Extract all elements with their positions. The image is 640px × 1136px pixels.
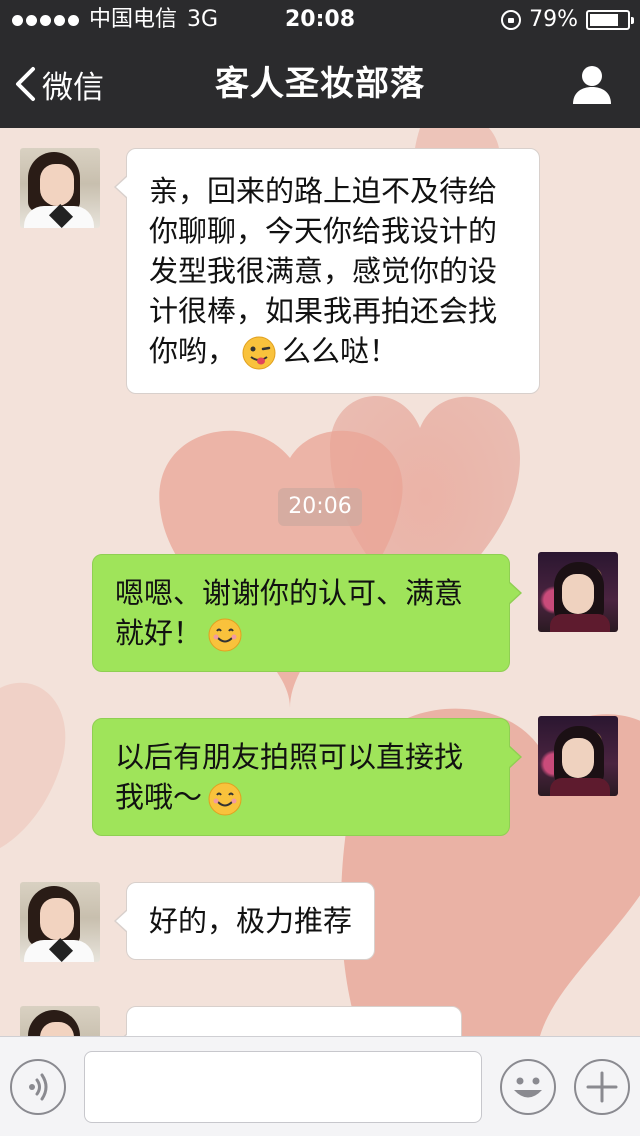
message-text: 以后有朋友拍照可以直接找我哦～ (115, 740, 464, 814)
contact-avatar[interactable] (20, 1006, 100, 1036)
message-bubble-outgoing[interactable]: 嗯嗯、谢谢你的认可、满意就好！ (92, 554, 522, 672)
chat-title: 客人圣妆部落 (215, 64, 425, 104)
contact-avatar[interactable] (20, 882, 100, 962)
status-bar: 中国电信 3G 20:08 79% (0, 0, 640, 40)
smile-emoji-icon (208, 618, 242, 652)
person-icon[interactable] (570, 62, 614, 106)
message-input[interactable] (84, 1051, 482, 1123)
message-bubble-incoming[interactable]: 亲，回来的路上迫不及待给你聊聊，今天你给我设计的发型我很满意，感觉你的设计很棒，… (114, 148, 540, 394)
chat-header: 微信 客人圣妆部落 (0, 40, 640, 128)
message-bubble-outgoing[interactable]: 以后有朋友拍照可以直接找我哦～ (92, 718, 522, 836)
smile-emoji-icon (208, 782, 242, 816)
orientation-lock-icon (501, 10, 522, 30)
message-text-tail: 么么哒！ (282, 334, 399, 368)
message-bubble-incoming[interactable]: 好的，极力推荐 (113, 882, 376, 960)
voice-icon[interactable] (10, 1059, 66, 1115)
timestamp: 20:06 (278, 488, 362, 526)
chat-area[interactable]: 亲，回来的路上迫不及待给你聊聊，今天你给我设计的发型我很满意，感觉你的设计很棒，… (0, 128, 640, 1036)
input-bar (0, 1036, 640, 1136)
wink-tongue-emoji-icon (242, 336, 276, 370)
contact-avatar[interactable] (20, 148, 100, 228)
my-avatar[interactable] (538, 716, 618, 796)
my-avatar[interactable] (538, 552, 618, 632)
emoji-icon[interactable] (500, 1059, 556, 1115)
battery-percent: 79% (529, 7, 578, 32)
message-text: 好的，极力推荐 (149, 904, 353, 938)
message-bubble-incoming[interactable] (114, 1006, 462, 1036)
plus-icon[interactable] (574, 1059, 630, 1115)
message-text: 嗯嗯、谢谢你的认可、满意就好！ (115, 576, 464, 650)
battery-level-fill (590, 14, 618, 26)
battery-icon (586, 10, 634, 30)
